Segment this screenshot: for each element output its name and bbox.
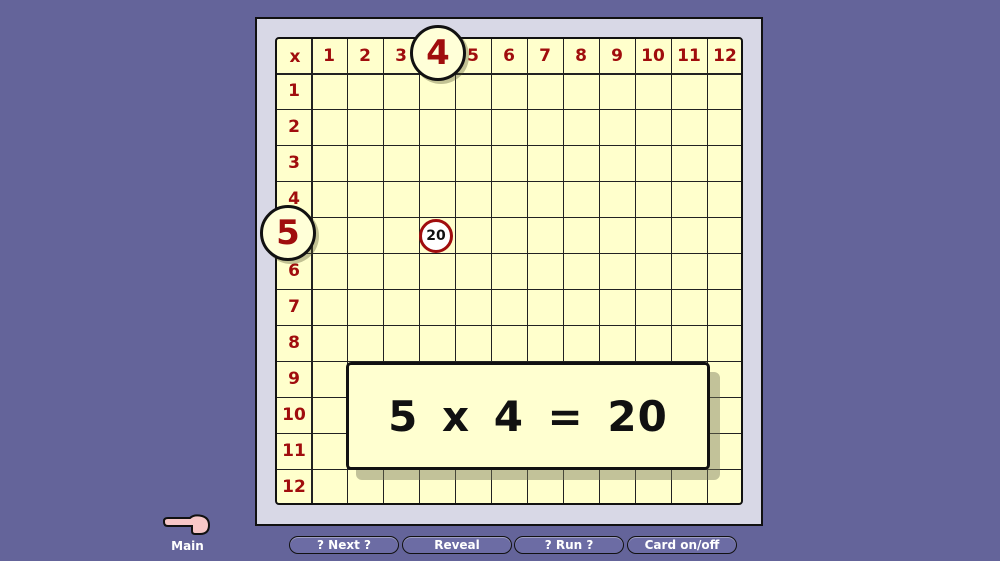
column-header[interactable]: 1	[311, 38, 347, 74]
equation-card: 5 x 4 = 20	[346, 362, 710, 470]
column-header[interactable]: 9	[599, 38, 635, 74]
next-button[interactable]: ? Next ?	[289, 536, 399, 554]
selected-row-marker: 5	[260, 205, 316, 261]
row-header[interactable]: 2	[276, 109, 312, 145]
row-header[interactable]: 10	[276, 397, 312, 433]
column-header[interactable]: 6	[491, 38, 527, 74]
column-header[interactable]: 2	[347, 38, 383, 74]
reveal-button[interactable]: Reveal	[402, 536, 512, 554]
card-toggle-button[interactable]: Card on/off	[627, 536, 737, 554]
row-header[interactable]: 8	[276, 325, 312, 361]
main-label: Main	[171, 539, 204, 553]
row-header[interactable]: 12	[276, 469, 312, 505]
pointing-hand-icon	[163, 514, 211, 535]
row-header[interactable]: 3	[276, 145, 312, 181]
column-header[interactable]: 7	[527, 38, 563, 74]
column-header[interactable]: 11	[671, 38, 707, 74]
row-header[interactable]: 11	[276, 433, 312, 469]
main-button[interactable]: Main	[160, 512, 215, 557]
corner-label: x	[289, 47, 301, 67]
selected-column-marker: 4	[410, 25, 466, 81]
answer-cell-marker[interactable]: 20	[419, 219, 453, 253]
run-button[interactable]: ? Run ?	[514, 536, 624, 554]
row-header[interactable]: 1	[276, 73, 312, 109]
column-header[interactable]: 8	[563, 38, 599, 74]
row-header[interactable]: 7	[276, 289, 312, 325]
column-header[interactable]: 10	[635, 38, 671, 74]
column-header[interactable]: 12	[707, 38, 743, 74]
row-header[interactable]: 9	[276, 361, 312, 397]
